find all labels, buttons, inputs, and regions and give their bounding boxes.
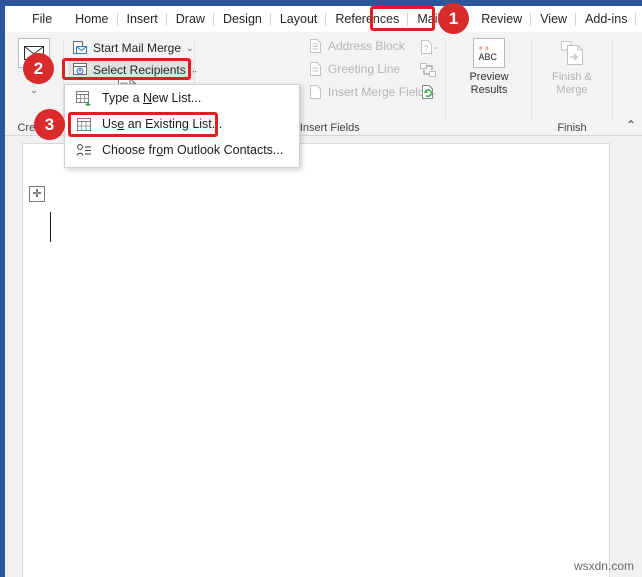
ribbon-group-preview-results: « » ABC Preview Results (446, 32, 531, 136)
finish-and-merge-button[interactable]: Finish & Merge (541, 36, 603, 97)
update-labels-button[interactable] (417, 82, 439, 102)
select-recipients-icon (72, 62, 88, 78)
address-block-button[interactable]: Address Block (303, 36, 409, 56)
tab-addins[interactable]: Add-ins (576, 10, 637, 28)
ribbon-group-finish: Finish & Merge Finish (532, 32, 612, 136)
tab-references[interactable]: References (326, 10, 409, 28)
document-area: ✛ (5, 136, 642, 577)
svg-text:⌄: ⌄ (432, 42, 437, 51)
tab-design[interactable]: Design (214, 10, 271, 28)
annotation-badge-3: 3 (34, 109, 65, 140)
tab-draw[interactable]: Draw (167, 10, 215, 28)
select-recipients-menu: Type a New List... Use an Existing List.… (64, 84, 300, 168)
update-labels-icon (421, 84, 433, 99)
rules-button[interactable]: ? ⌄ (417, 37, 439, 57)
menu-item-use-an-existing-list-label: Use an Existing List... (102, 117, 223, 131)
abc-preview-icon: « » ABC (473, 38, 505, 68)
insert-merge-field-icon (307, 84, 323, 100)
svg-text:ABC: ABC (479, 52, 498, 62)
greeting-line-label: Greeting Line (328, 62, 401, 76)
tab-view[interactable]: View (531, 10, 576, 28)
annotation-badge-2: 2 (23, 53, 54, 84)
ribbon-tab-bar: File Home Insert Draw Design Layout Refe… (5, 6, 642, 32)
finish-and-merge-label: Finish & Merge (552, 71, 592, 96)
address-block-icon (307, 38, 323, 54)
tab-layout[interactable]: Layout (271, 10, 327, 28)
start-mail-merge-label: Start Mail Merge (93, 41, 182, 55)
watermark-label: wsxdn.com (573, 559, 634, 573)
annotation-badge-1: 1 (438, 3, 469, 34)
start-mail-merge-button[interactable]: Start Mail Merge ⌄ (68, 38, 198, 58)
create-caret-icon[interactable]: ⌄ (3, 84, 65, 97)
menu-item-type-a-new-list-label: Type a New List... (102, 91, 202, 105)
tab-file[interactable]: File (23, 10, 66, 28)
insert-merge-field-label: Insert Merge Field (328, 85, 425, 99)
tab-help[interactable]: Help (636, 10, 642, 28)
preview-results-button[interactable]: « » ABC Preview Results (458, 36, 520, 97)
rules-icon: ? ⌄ (420, 39, 437, 54)
tab-insert[interactable]: Insert (118, 10, 168, 28)
svg-text:« »: « » (479, 45, 489, 52)
start-mail-merge-caret-icon[interactable]: ⌄ (186, 43, 194, 54)
ribbon-divider-5 (612, 40, 613, 120)
table-grid-icon (75, 115, 93, 133)
finish-merge-icon (556, 38, 588, 68)
outlook-contacts-icon (75, 141, 93, 159)
menu-item-use-an-existing-list[interactable]: Use an Existing List... (65, 111, 299, 137)
address-block-label: Address Block (328, 39, 405, 53)
ribbon-group-label-finish: Finish (557, 122, 587, 134)
preview-results-label: Preview Results (469, 71, 509, 96)
match-fields-button[interactable] (417, 60, 439, 80)
greeting-line-button[interactable]: Greeting Line (303, 59, 404, 79)
document-page[interactable]: ✛ (22, 143, 610, 577)
text-cursor (50, 212, 51, 242)
tab-review[interactable]: Review (472, 10, 532, 28)
greeting-line-icon (307, 61, 323, 77)
svg-text:?: ? (424, 44, 429, 53)
menu-item-type-a-new-list[interactable]: Type a New List... (65, 85, 299, 111)
menu-item-choose-from-outlook-contacts-label: Choose from Outlook Contacts... (102, 143, 284, 157)
word-window: File Home Insert Draw Design Layout Refe… (0, 0, 642, 577)
match-fields-icon (419, 62, 436, 77)
table-move-handle-icon[interactable]: ✛ (29, 186, 45, 202)
start-mail-merge-icon (72, 40, 88, 56)
menu-item-choose-from-outlook-contacts[interactable]: Choose from Outlook Contacts... (65, 137, 299, 163)
table-plus-icon (75, 89, 93, 107)
tab-home[interactable]: Home (66, 10, 118, 28)
collapse-ribbon-icon[interactable]: ⌃ (626, 118, 636, 132)
